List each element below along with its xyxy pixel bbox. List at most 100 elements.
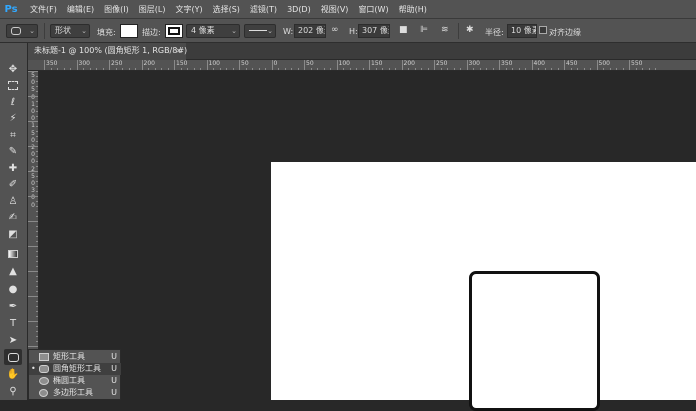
ellipse-icon bbox=[39, 377, 49, 385]
menu-help[interactable]: 帮助(H) bbox=[399, 4, 427, 15]
lasso-tool-icon[interactable]: ℓ bbox=[4, 94, 22, 110]
close-icon[interactable]: × bbox=[175, 43, 182, 59]
menu-filter[interactable]: 滤镜(T) bbox=[250, 4, 277, 15]
dodge-tool-icon[interactable]: ● bbox=[4, 281, 22, 297]
ruler-minor-tick bbox=[421, 68, 422, 70]
ruler-minor-tick bbox=[36, 131, 38, 132]
ruler-minor-tick bbox=[36, 236, 38, 237]
menu-edit[interactable]: 编辑(E) bbox=[67, 4, 94, 15]
menu-type[interactable]: 文字(Y) bbox=[175, 4, 202, 15]
ruler-minor-tick bbox=[36, 231, 38, 232]
ruler-tick bbox=[304, 60, 305, 70]
ruler-minor-tick bbox=[36, 241, 38, 242]
menu-layer[interactable]: 图层(L) bbox=[139, 4, 166, 15]
tool-preset-picker[interactable]: ⌄ bbox=[6, 24, 38, 38]
document-canvas[interactable] bbox=[271, 162, 696, 411]
ruler-minor-tick bbox=[395, 68, 396, 70]
chevron-down-icon: ⌄ bbox=[29, 27, 35, 35]
mode-select[interactable]: 形状 ⌄ bbox=[50, 24, 90, 38]
selected-bullet-icon: • bbox=[31, 364, 36, 373]
menu-3d[interactable]: 3D(D) bbox=[287, 5, 311, 14]
pen-tool-icon[interactable]: ✒ bbox=[4, 298, 22, 314]
flyout-item-rectangle-tool[interactable]: 矩形工具 U bbox=[29, 351, 121, 363]
gear-icon[interactable]: ✱ bbox=[466, 25, 474, 35]
document-tab[interactable]: 未标题-1 @ 100% (圆角矩形 1, RGB/8#) × bbox=[28, 43, 187, 60]
ruler-minor-tick bbox=[551, 68, 552, 70]
ruler-minor-tick bbox=[36, 201, 38, 202]
menu-window[interactable]: 窗口(W) bbox=[358, 4, 388, 15]
ruler-minor-tick bbox=[63, 68, 65, 70]
blur-tool-icon[interactable]: ▲ bbox=[4, 263, 22, 279]
magic-wand-tool-icon[interactable]: ⚡ bbox=[4, 110, 22, 126]
shape-tool-flyout: 矩形工具 U • 圆角矩形工具 U 椭圆工具 U 多边形工具 U bbox=[28, 349, 121, 400]
eyedropper-tool-icon[interactable]: ✎ bbox=[4, 143, 22, 159]
menu-select[interactable]: 选择(S) bbox=[213, 4, 240, 15]
flyout-item-rounded-rectangle-tool[interactable]: • 圆角矩形工具 U bbox=[29, 363, 121, 375]
marquee-tool-icon[interactable] bbox=[4, 77, 22, 93]
path-selection-tool-icon[interactable]: ➤ bbox=[4, 332, 22, 348]
eraser-tool-icon[interactable]: ◩ bbox=[4, 226, 22, 242]
stroke-type-select[interactable]: ⌄ bbox=[244, 24, 276, 38]
radius-field[interactable]: 10 像素 bbox=[507, 24, 537, 38]
link-icon[interactable]: ∞ bbox=[331, 25, 339, 35]
ruler-minor-tick bbox=[180, 68, 182, 70]
move-tool-icon[interactable]: ✥ bbox=[4, 61, 22, 77]
ruler-minor-tick bbox=[258, 68, 260, 70]
ruler-minor-tick bbox=[232, 68, 234, 70]
healing-brush-tool-icon[interactable]: ✚ bbox=[4, 160, 22, 176]
path-arrangement-icon[interactable]: ≋ bbox=[441, 25, 449, 35]
ruler-minor-tick bbox=[148, 68, 149, 70]
ruler-minor-tick bbox=[36, 81, 38, 82]
path-alignment-icon[interactable]: ⊫ bbox=[420, 25, 428, 35]
stroke-color-swatch[interactable] bbox=[165, 24, 183, 38]
stroke-width-field[interactable]: 4 像素 ⌄ bbox=[186, 24, 240, 38]
menu-file[interactable]: 文件(F) bbox=[30, 4, 57, 15]
crop-tool-icon[interactable]: ⌗ bbox=[4, 127, 22, 143]
width-label: W: bbox=[283, 27, 294, 36]
ruler-tick-label: 250 bbox=[111, 60, 123, 67]
flyout-item-label: 圆角矩形工具 bbox=[53, 364, 101, 373]
fill-color-swatch[interactable] bbox=[120, 24, 138, 38]
menu-view[interactable]: 视图(V) bbox=[321, 4, 349, 15]
align-edges-checkbox[interactable] bbox=[539, 26, 547, 34]
ruler-minor-tick bbox=[50, 68, 52, 70]
zoom-tool-icon[interactable]: ⚲ bbox=[4, 383, 22, 399]
gradient-tool-icon[interactable] bbox=[4, 246, 22, 262]
path-operations-icon[interactable]: ■ bbox=[399, 25, 408, 35]
shortcut-key: U bbox=[111, 364, 117, 373]
ruler-minor-tick bbox=[577, 68, 578, 70]
rounded-rectangle-shape[interactable] bbox=[469, 271, 600, 411]
ruler-minor-tick bbox=[36, 261, 38, 262]
ruler-minor-tick bbox=[36, 316, 38, 317]
shortcut-key: U bbox=[111, 376, 117, 385]
rectangle-icon bbox=[39, 353, 49, 361]
rounded-rectangle-tool-icon[interactable] bbox=[4, 349, 22, 365]
width-field[interactable]: 202 像素 bbox=[294, 24, 326, 38]
ruler-minor-tick bbox=[36, 291, 38, 292]
ruler-minor-tick bbox=[349, 68, 351, 70]
ruler-tick-label: 450 bbox=[566, 60, 578, 67]
ruler-minor-tick bbox=[252, 68, 253, 70]
ruler-minor-tick bbox=[28, 321, 38, 322]
horizontal-ruler[interactable]: 350 300 250 200 150 100 50 0 50 100 150 200 250 300 35… bbox=[28, 60, 696, 71]
ruler-minor-tick bbox=[648, 68, 650, 70]
history-brush-tool-icon[interactable]: ✍ bbox=[4, 209, 22, 225]
ruler-minor-tick bbox=[427, 68, 429, 70]
shortcut-key: U bbox=[111, 352, 117, 361]
height-field[interactable]: 307 像素 bbox=[358, 24, 390, 38]
hand-tool-icon[interactable]: ✋ bbox=[4, 366, 22, 382]
ruler-minor-tick bbox=[36, 91, 38, 92]
ruler-minor-tick bbox=[440, 68, 442, 70]
flyout-item-polygon-tool[interactable]: 多边形工具 U bbox=[29, 387, 121, 399]
brush-tool-icon[interactable]: ✐ bbox=[4, 176, 22, 192]
ruler-tick bbox=[369, 60, 370, 70]
type-tool-icon[interactable]: T bbox=[4, 315, 22, 331]
ruler-tick-label: 50 bbox=[241, 60, 249, 67]
clone-stamp-tool-icon[interactable]: ♙ bbox=[4, 193, 22, 209]
canvas-area[interactable] bbox=[40, 72, 696, 411]
ruler-tick bbox=[466, 60, 468, 70]
ruler-minor-tick bbox=[538, 68, 539, 70]
ruler-minor-tick bbox=[36, 116, 38, 117]
flyout-item-ellipse-tool[interactable]: 椭圆工具 U bbox=[29, 375, 121, 387]
menu-image[interactable]: 图像(I) bbox=[104, 4, 129, 15]
